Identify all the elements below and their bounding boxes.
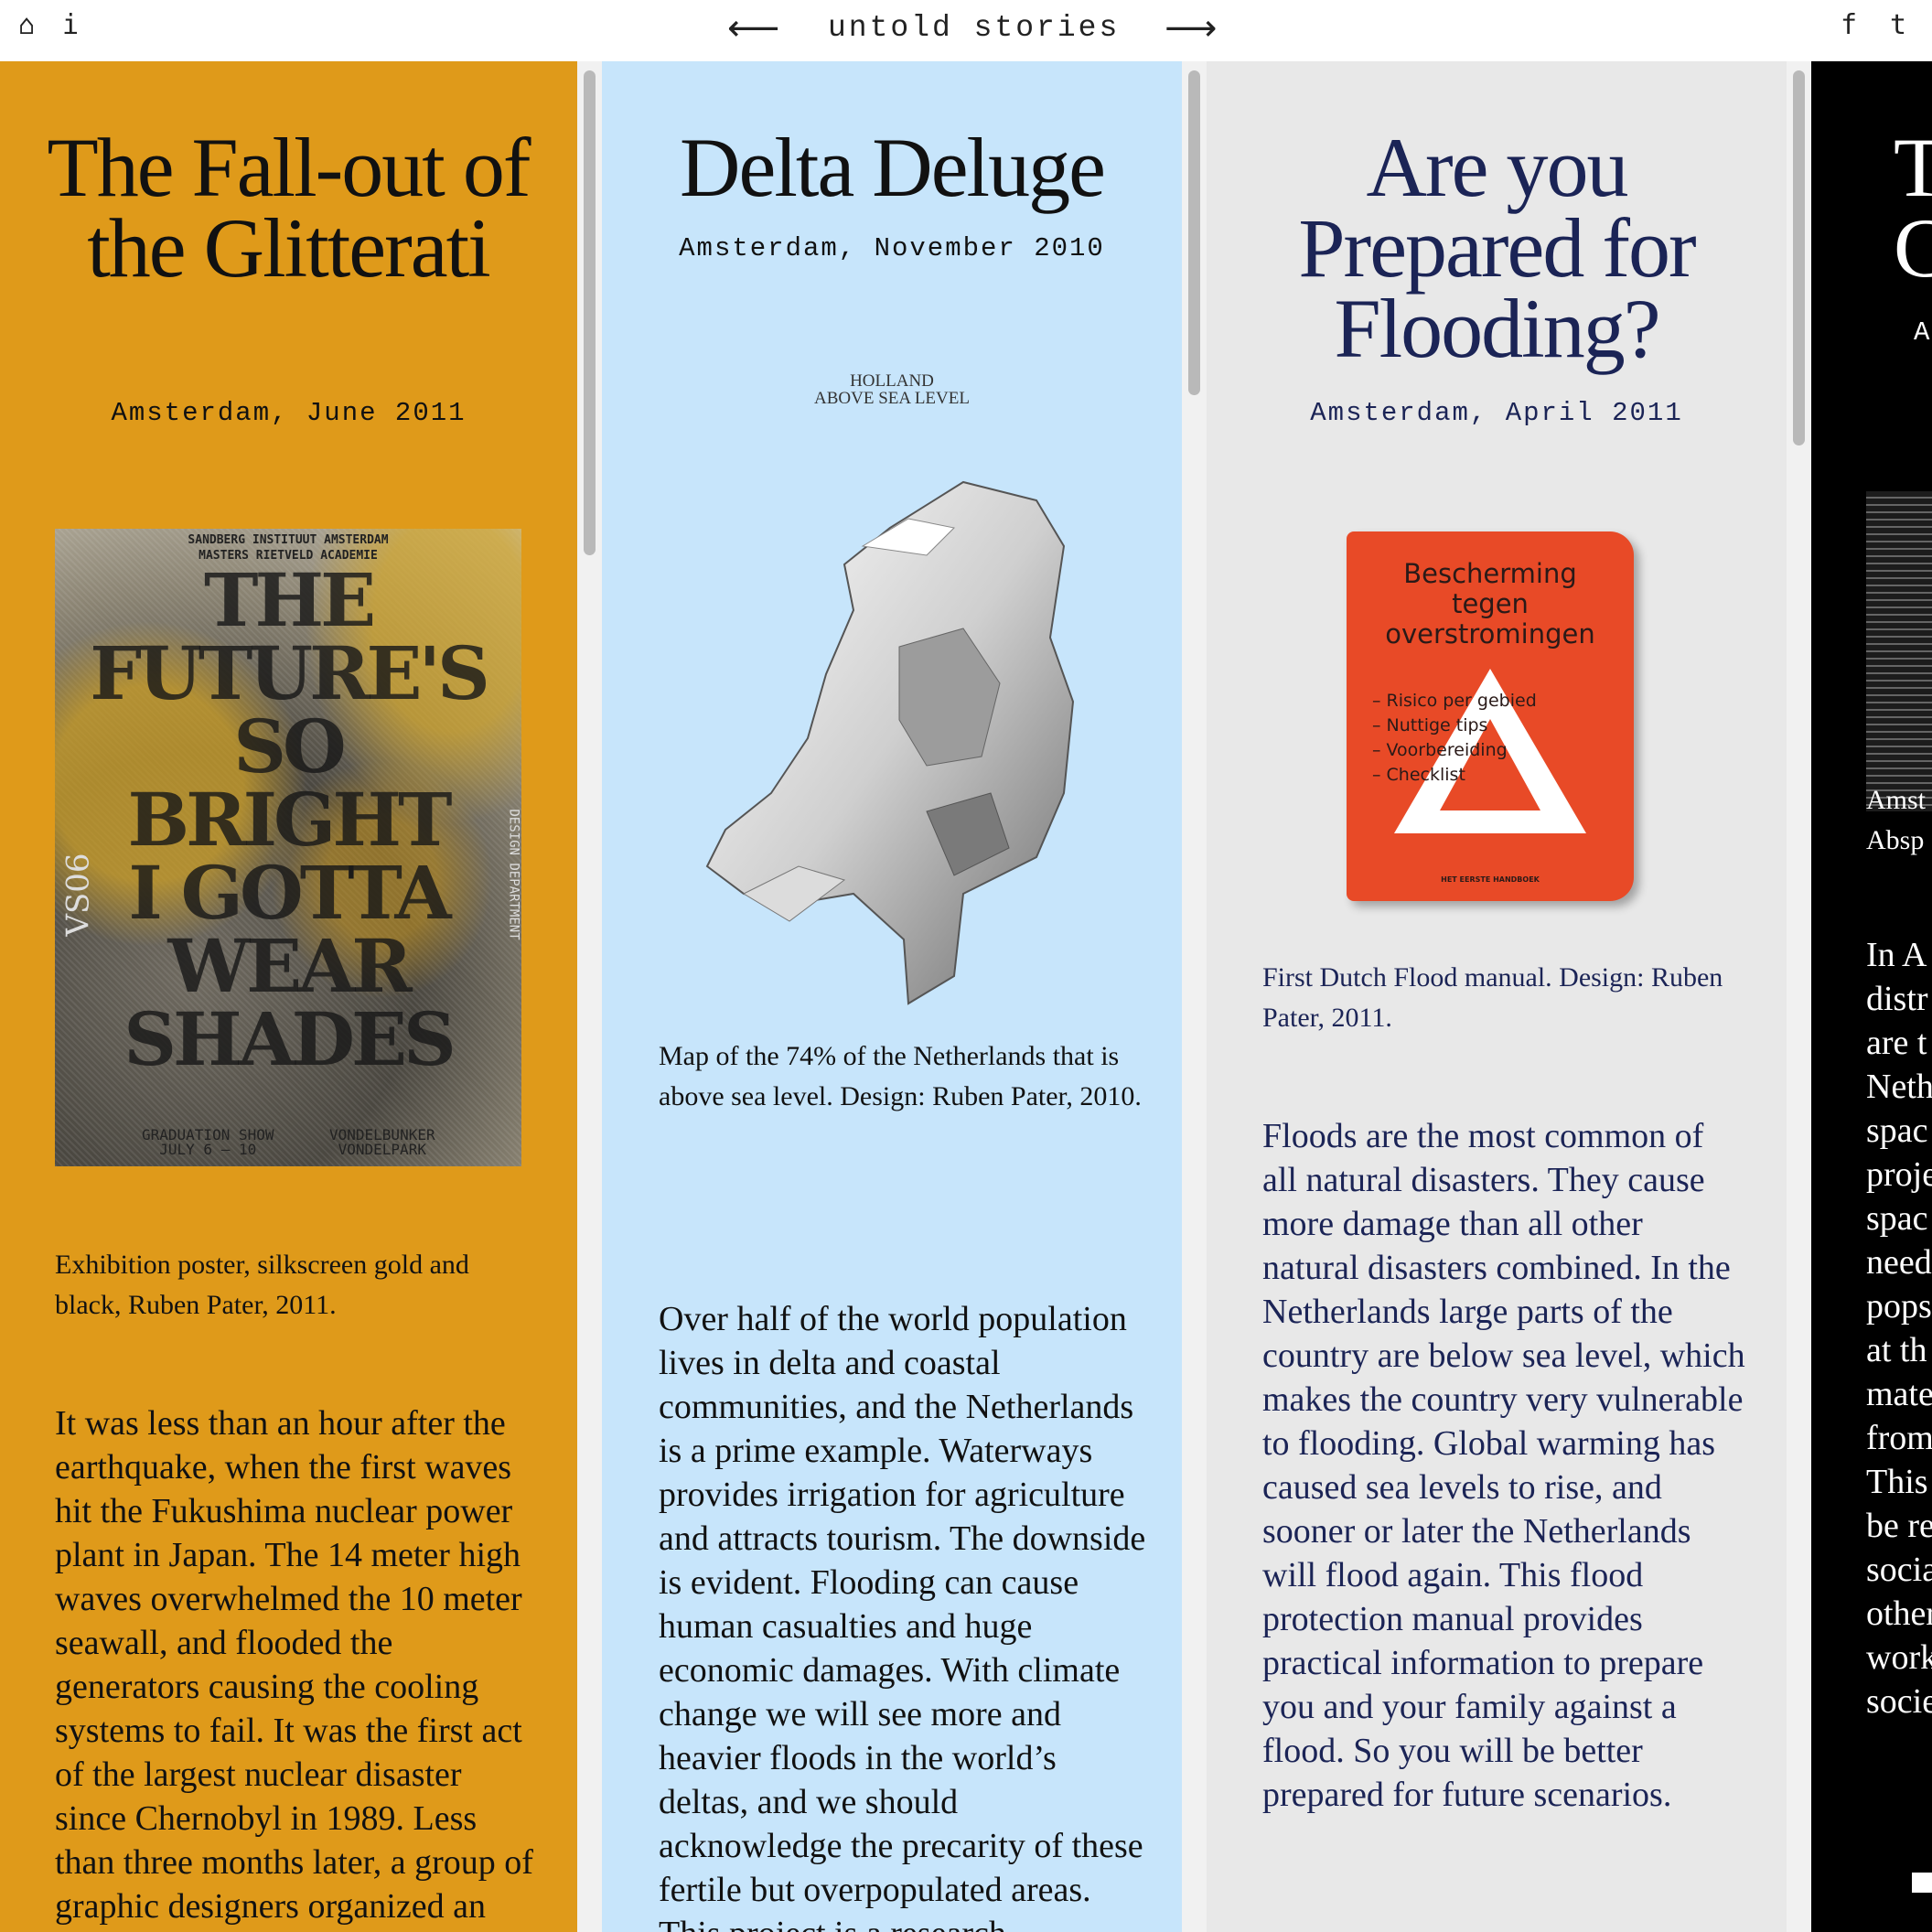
story-column-prepared-flooding: Are you Prepared for Flooding? Amsterdam…	[1207, 61, 1787, 1932]
scrollbar[interactable]	[577, 61, 602, 1932]
story-place-date: Amsterdam, April 2011	[1310, 398, 1683, 428]
poster-headline-line: SHADES	[123, 996, 456, 1082]
body-line-fragment: from	[1866, 1419, 1932, 1457]
story-title[interactable]: Are you Prepared for Flooding?	[1234, 125, 1759, 370]
image-caption: First Dutch Flood manual. Design: Ruben …	[1262, 962, 1723, 1033]
poster-headline-line: I GOTTA	[128, 850, 451, 936]
manual-title-line: Bescherming	[1403, 558, 1577, 589]
exhibition-poster-image: SANDBERG INSTITUUT AMSTERDAM MASTERS RIE…	[55, 529, 521, 1166]
manual-list-item: – Risico per gebied	[1372, 691, 1537, 711]
body-line-fragment: spac	[1866, 1111, 1928, 1150]
story-title[interactable]: Delta Deluge	[602, 125, 1182, 209]
map-label-line: ABOVE SEA LEVEL	[814, 389, 970, 408]
story-place-date: Amsterdam, June 2011	[111, 398, 467, 428]
story-place-date: Amsterdam, November 2010	[679, 233, 1105, 263]
site-title: untold stories	[828, 11, 1121, 45]
scrollbar[interactable]	[1787, 61, 1811, 1932]
story-column-delta-deluge: Delta Deluge Amsterdam, November 2010 HO…	[602, 61, 1182, 1932]
story-body-text: It was less than an hour after the earth…	[55, 1404, 533, 1926]
scrollbar-thumb[interactable]	[584, 70, 596, 555]
manual-list-item: – Checklist	[1372, 765, 1465, 785]
scroll-indicator	[1912, 1873, 1932, 1893]
netherlands-map-image	[705, 480, 1075, 1005]
body-line-fragment: are t	[1866, 1024, 1927, 1062]
story-body-text: Over half of the world population lives …	[659, 1300, 1146, 1932]
story-title-fragment[interactable]: T	[1894, 125, 1932, 209]
story-column-fallout: The Fall-out of the Glitterati Amsterdam…	[0, 61, 577, 1932]
facebook-icon[interactable]: f	[1841, 9, 1857, 41]
poster-header-line: SANDBERG INSTITUUT AMSTERDAM	[188, 533, 389, 547]
poster-headline-line: BRIGHT	[127, 777, 453, 863]
body-line-fragment: mate	[1866, 1375, 1932, 1413]
scrollbar[interactable]	[1182, 61, 1207, 1932]
scrollbar-thumb[interactable]	[1793, 70, 1805, 445]
body-line-fragment: spac	[1866, 1199, 1928, 1238]
story-column-partial: T C A Amst Absp In A distr are t Neth spac pr…	[1811, 61, 1932, 1932]
manual-list-item: – Voorbereiding	[1372, 740, 1508, 760]
map-label-line: HOLLAND	[850, 371, 934, 391]
next-arrow-icon[interactable]: ⟶	[1165, 7, 1217, 49]
body-line-fragment: at th	[1866, 1331, 1927, 1369]
body-line-fragment: distr	[1866, 980, 1928, 1018]
body-line-fragment: Neth	[1866, 1068, 1932, 1106]
image-caption: Exhibition poster, silkscreen gold and b…	[55, 1250, 469, 1320]
image-caption-fragment: Absp	[1866, 825, 1925, 855]
story-title[interactable]: The Fall-out of the Glitterati	[37, 125, 540, 290]
body-line-fragment: work	[1866, 1638, 1932, 1677]
poster-side-left: VS06	[59, 853, 97, 937]
story-body-text: In A distr are t Neth spac proje spac need pops a…	[1866, 933, 1932, 1723]
poster-headline-line: THE	[203, 557, 376, 643]
building-photo-image	[1866, 491, 1932, 811]
story-place-date: A	[1914, 317, 1932, 348]
manual-title-line: tegen	[1452, 588, 1529, 619]
body-line-fragment: other	[1866, 1594, 1932, 1633]
twitter-icon[interactable]: t	[1890, 9, 1906, 41]
poster-headline-line: FUTURE'S	[90, 630, 490, 716]
body-line-fragment: need	[1866, 1243, 1932, 1282]
home-icon[interactable]: ⌂	[18, 9, 35, 41]
scrollbar-thumb[interactable]	[1188, 70, 1200, 395]
story-body-text: Floods are the most common of all natura…	[1262, 1117, 1745, 1814]
body-line-fragment: This	[1866, 1463, 1928, 1501]
top-nav-bar: ⌂ i ⟵ untold stories ⟶ f t	[0, 0, 1932, 61]
info-icon[interactable]: i	[62, 9, 79, 41]
poster-headline-line: SO	[233, 703, 346, 789]
flood-manual-image: Bescherming tegen overstromingen – Risic…	[1347, 531, 1634, 901]
manual-footer: HET EERSTE HANDBOEK	[1441, 875, 1540, 884]
body-line-fragment: be re	[1866, 1507, 1932, 1545]
body-line-fragment: socie	[1866, 1682, 1932, 1721]
poster-side-right: DESIGN DEPARTMENT	[506, 809, 521, 940]
body-line-fragment: In A	[1866, 936, 1927, 974]
body-line-fragment: socia	[1866, 1551, 1932, 1589]
body-line-fragment: proje	[1866, 1155, 1932, 1194]
image-caption: Map of the 74% of the Netherlands that i…	[659, 1041, 1142, 1111]
story-title-fragment[interactable]: C	[1894, 206, 1932, 290]
poster-footer-line: VONDELPARK	[338, 1141, 426, 1158]
manual-list-item: – Nuttige tips	[1372, 715, 1488, 735]
body-line-fragment: pops	[1866, 1287, 1932, 1326]
manual-title-line: overstromingen	[1385, 618, 1595, 649]
image-caption-fragment: Amst	[1866, 785, 1927, 815]
poster-footer-line: JULY 6 – 10	[159, 1141, 257, 1158]
poster-headline-line: WEAR	[167, 923, 412, 1009]
prev-arrow-icon[interactable]: ⟵	[727, 7, 779, 49]
